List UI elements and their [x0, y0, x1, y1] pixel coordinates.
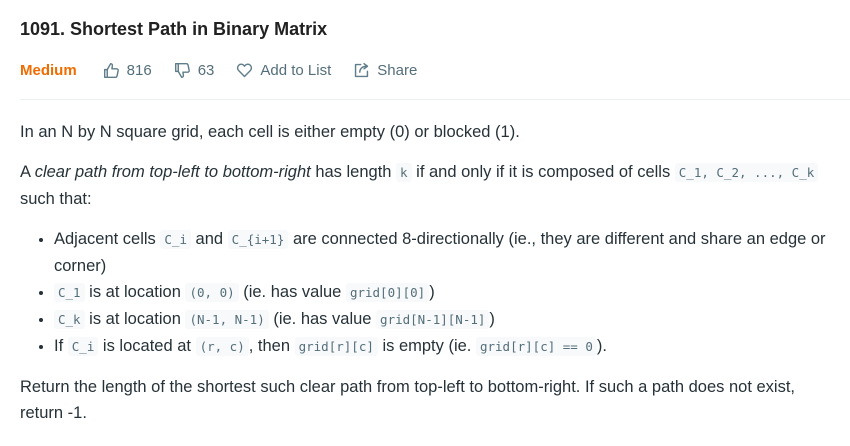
- inline-code: grid[r][c]: [294, 337, 378, 356]
- inline-code: (N-1, N-1): [185, 310, 269, 329]
- add-to-list-label: Add to List: [260, 61, 332, 79]
- share-button[interactable]: Share: [353, 62, 417, 79]
- share-label: Share: [377, 61, 418, 79]
- list-item: If C_i is located at (r, c), then grid[r…: [54, 333, 830, 360]
- text-span: if and only if it is composed of cells: [411, 163, 675, 181]
- share-icon: [355, 62, 369, 77]
- inline-code: (r, c): [195, 337, 249, 356]
- list-item: C_k is at location (N-1, N-1) (ie. has v…: [54, 306, 830, 333]
- text-span: ).: [596, 337, 607, 355]
- inline-code: (0, 0): [185, 283, 239, 302]
- text-span: ): [429, 283, 435, 301]
- text-span: If: [54, 337, 68, 355]
- add-to-list-button[interactable]: Add to List: [236, 62, 331, 79]
- inline-code: C_k: [54, 310, 85, 329]
- text-span: is located at: [98, 337, 196, 355]
- definition-paragraph: A clear path from top-left to bottom-rig…: [20, 159, 830, 212]
- inline-code: k: [396, 163, 412, 182]
- list-item: Adjacent cells C_i and C_{i+1} are conne…: [54, 226, 830, 279]
- intro-paragraph: In an N by N square grid, each cell is e…: [20, 123, 520, 141]
- inline-code: C_1: [54, 283, 85, 302]
- header-divider: [20, 99, 850, 100]
- text-span: has length: [310, 163, 397, 181]
- text-span: (ie. has value: [238, 283, 346, 301]
- problem-title: 1091. Shortest Path in Binary Matrix: [20, 19, 328, 39]
- conditions-list: Adjacent cells C_i and C_{i+1} are conne…: [20, 226, 830, 360]
- text-span: , then: [248, 337, 295, 355]
- dislike-button[interactable]: 63: [174, 61, 215, 79]
- text-span: such that:: [20, 190, 92, 208]
- text-span: is at location: [84, 283, 186, 301]
- difficulty-badge: Medium: [20, 61, 77, 79]
- like-button[interactable]: 816: [103, 62, 152, 79]
- return-paragraph: Return the length of the shortest such c…: [20, 378, 796, 422]
- list-item: C_1 is at location (0, 0) (ie. has value…: [54, 279, 830, 306]
- text-span: is empty (ie.: [377, 337, 476, 355]
- text-span: is at location: [84, 310, 186, 328]
- text-span: (ie. has value: [268, 310, 377, 328]
- inline-code: C_1, C_2, ..., C_k: [674, 163, 819, 182]
- text-span: and: [190, 230, 228, 248]
- emphasis-text: clear path from top-left to bottom-right: [34, 163, 311, 181]
- inline-code: C_i: [160, 230, 191, 249]
- like-count: 816: [126, 61, 152, 79]
- thumbs-down-icon: [174, 62, 190, 78]
- problem-content: In an N by N square grid, each cell is e…: [20, 119, 830, 440]
- inline-code: grid[0][0]: [345, 283, 430, 302]
- problem-description-panel: 1091. Shortest Path in Binary Matrix Med…: [0, 0, 850, 446]
- text-span: Adjacent cells: [54, 230, 161, 248]
- dislike-count: 63: [197, 61, 215, 79]
- text-span: A: [20, 163, 35, 181]
- inline-code: C_i: [67, 337, 99, 356]
- inline-code: grid[r][c] == 0: [475, 337, 597, 356]
- problem-meta-bar: Medium 816 63 Add to List Share: [20, 60, 439, 80]
- heart-icon: [237, 62, 253, 77]
- inline-code: grid[N-1][N-1]: [376, 310, 490, 329]
- inline-code: C_{i+1}: [227, 230, 289, 249]
- text-span: ): [489, 310, 495, 328]
- thumbs-up-icon: [103, 62, 119, 78]
